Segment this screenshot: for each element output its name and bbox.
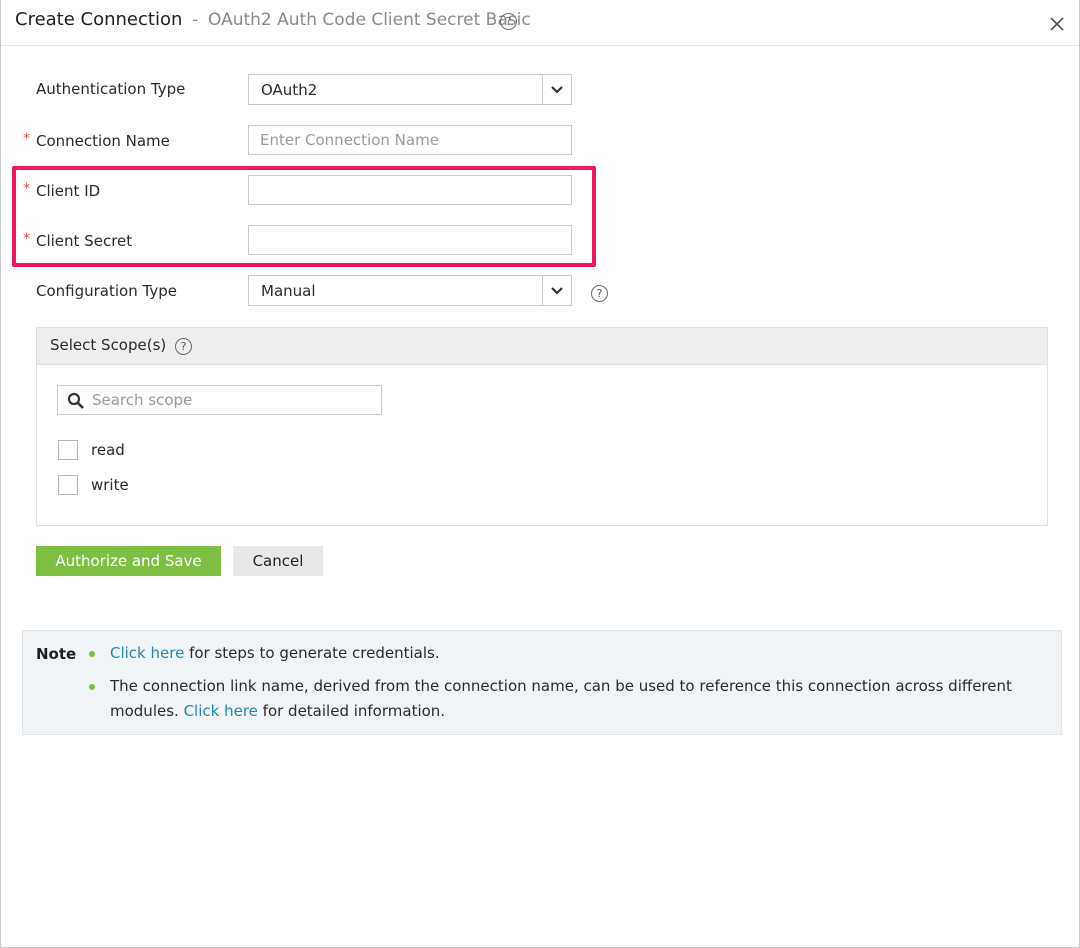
create-connection-dialog: Create Connection - OAuth2 Auth Code Cli… [0, 0, 1080, 948]
link-name-help-link[interactable]: Click here [184, 702, 258, 720]
note-item-line1: The connection link name, derived from t… [110, 677, 1012, 695]
required-marker: * [23, 131, 30, 147]
client-secret-label: Client Secret [36, 232, 133, 250]
dialog-title: Create Connection - OAuth2 Auth Code Cli… [15, 9, 531, 30]
dialog-title-separator: - [192, 10, 199, 30]
connection-name-input[interactable] [248, 125, 572, 155]
bullet-dot [89, 651, 95, 657]
auth-type-value: OAuth2 [261, 81, 318, 99]
required-marker: * [23, 181, 30, 197]
scope-help-icon[interactable]: ? [175, 338, 192, 355]
bullet-dot [89, 684, 95, 690]
config-type-select[interactable]: Manual [248, 275, 572, 306]
config-type-help-icon[interactable]: ? [591, 285, 608, 302]
scope-panel-title: Select Scope(s) [50, 336, 167, 354]
authorize-and-save-button[interactable]: Authorize and Save [36, 546, 221, 576]
scope-panel: Select Scope(s) ? read write [36, 327, 1048, 526]
scope-search-input[interactable] [90, 386, 375, 414]
note-item-line2-suffix: for detailed information. [257, 702, 446, 720]
scope-search-box[interactable] [57, 385, 382, 415]
scope-write-label: write [91, 476, 129, 494]
connection-name-label: Connection Name [36, 132, 170, 150]
note-item-body: Click here for steps to generate credent… [110, 641, 440, 666]
cancel-button[interactable]: Cancel [233, 546, 323, 576]
dialog-header: Create Connection - OAuth2 Auth Code Cli… [1, 0, 1079, 46]
dialog-subtitle: OAuth2 Auth Code Client Secret Basic [208, 10, 531, 30]
scope-write-checkbox[interactable] [58, 475, 78, 495]
note-item-body: The connection link name, derived from t… [110, 674, 1012, 724]
scope-read-label: read [91, 441, 125, 459]
dialog-title-main: Create Connection [15, 9, 183, 30]
scope-read-checkbox[interactable] [58, 440, 78, 460]
chevron-down-icon[interactable] [542, 75, 571, 104]
required-marker: * [23, 231, 30, 247]
note-label: Note [36, 645, 77, 663]
config-type-value: Manual [261, 282, 316, 300]
credentials-help-link[interactable]: Click here [110, 644, 184, 662]
chevron-down-icon[interactable] [542, 276, 571, 305]
scope-panel-header: Select Scope(s) ? [37, 328, 1047, 365]
help-icon[interactable]: ? [500, 13, 517, 30]
client-id-label: Client ID [36, 182, 101, 200]
config-type-label: Configuration Type [36, 282, 177, 300]
note-item-text: for steps to generate credentials. [184, 644, 440, 662]
note-panel: Note Click here for steps to generate cr… [22, 630, 1062, 735]
auth-type-label: Authentication Type [36, 80, 186, 98]
client-secret-input[interactable] [248, 225, 572, 255]
auth-type-select[interactable]: OAuth2 [248, 74, 572, 105]
close-icon[interactable] [1047, 14, 1067, 34]
search-icon [67, 392, 84, 409]
client-id-input[interactable] [248, 175, 572, 205]
note-item-line2-prefix: modules. [110, 702, 184, 720]
